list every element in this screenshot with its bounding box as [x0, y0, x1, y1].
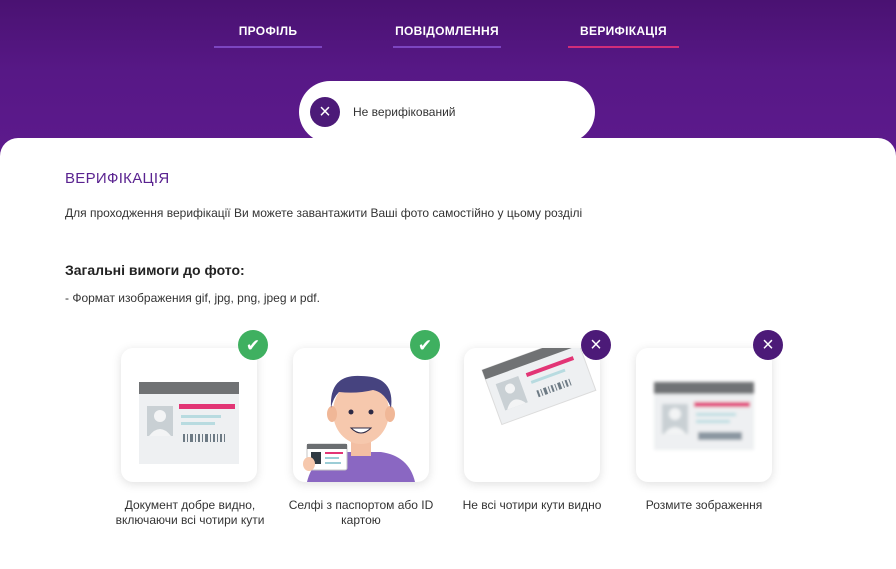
example-caption: Селфі з паспортом або ID картою [288, 498, 434, 527]
tab-profile[interactable]: ПРОФІЛЬ [214, 24, 322, 48]
cropped-id-card-illustration [481, 348, 597, 426]
example-caption: Документ добре видно, включаючи всі чоти… [115, 498, 265, 527]
tab-profile-label: ПРОФІЛЬ [238, 24, 298, 38]
section-title: ВЕРИФІКАЦІЯ [65, 170, 170, 187]
check-icon: ✔ [410, 330, 440, 360]
tab-bar: ПРОФІЛЬ ПОВІДОМЛЕННЯ ВЕРИФІКАЦІЯ [0, 0, 896, 50]
example-caption: Розмите зображення [645, 498, 763, 512]
verification-status-text: Не верифікований [353, 105, 456, 119]
tab-messages[interactable]: ПОВІДОМЛЕННЯ [393, 24, 501, 48]
example-photo-card [121, 348, 257, 482]
tab-active-underline [568, 46, 679, 48]
id-card-illustration [139, 382, 239, 464]
blurry-id-card-illustration [654, 382, 754, 450]
example-photo-card [293, 348, 429, 482]
verification-card: ВЕРИФІКАЦІЯ Для проходження верифікації … [0, 138, 896, 569]
check-icon: ✔ [238, 330, 268, 360]
close-icon: × [310, 97, 340, 127]
verification-status-pill: × Не верифікований [299, 81, 595, 143]
tab-verification-label: ВЕРИФІКАЦІЯ [580, 24, 667, 38]
example-caption: Не всі чотири кути видно [462, 498, 602, 512]
tab-underline [393, 46, 501, 48]
close-icon: × [753, 330, 783, 360]
section-description: Для проходження верифікації Ви можете за… [65, 206, 583, 220]
tab-verification[interactable]: ВЕРИФІКАЦІЯ [568, 24, 679, 48]
example-photo-card [636, 348, 772, 482]
close-icon: × [581, 330, 611, 360]
requirements-title: Загальні вимоги до фото: [65, 262, 245, 278]
tab-messages-label: ПОВІДОМЛЕННЯ [395, 24, 499, 38]
tab-underline [214, 46, 322, 48]
example-photo-card [464, 348, 600, 482]
selfie-illustration [303, 375, 415, 482]
requirement-format: - Формат изображения gif, jpg, png, jpeg… [65, 291, 320, 305]
